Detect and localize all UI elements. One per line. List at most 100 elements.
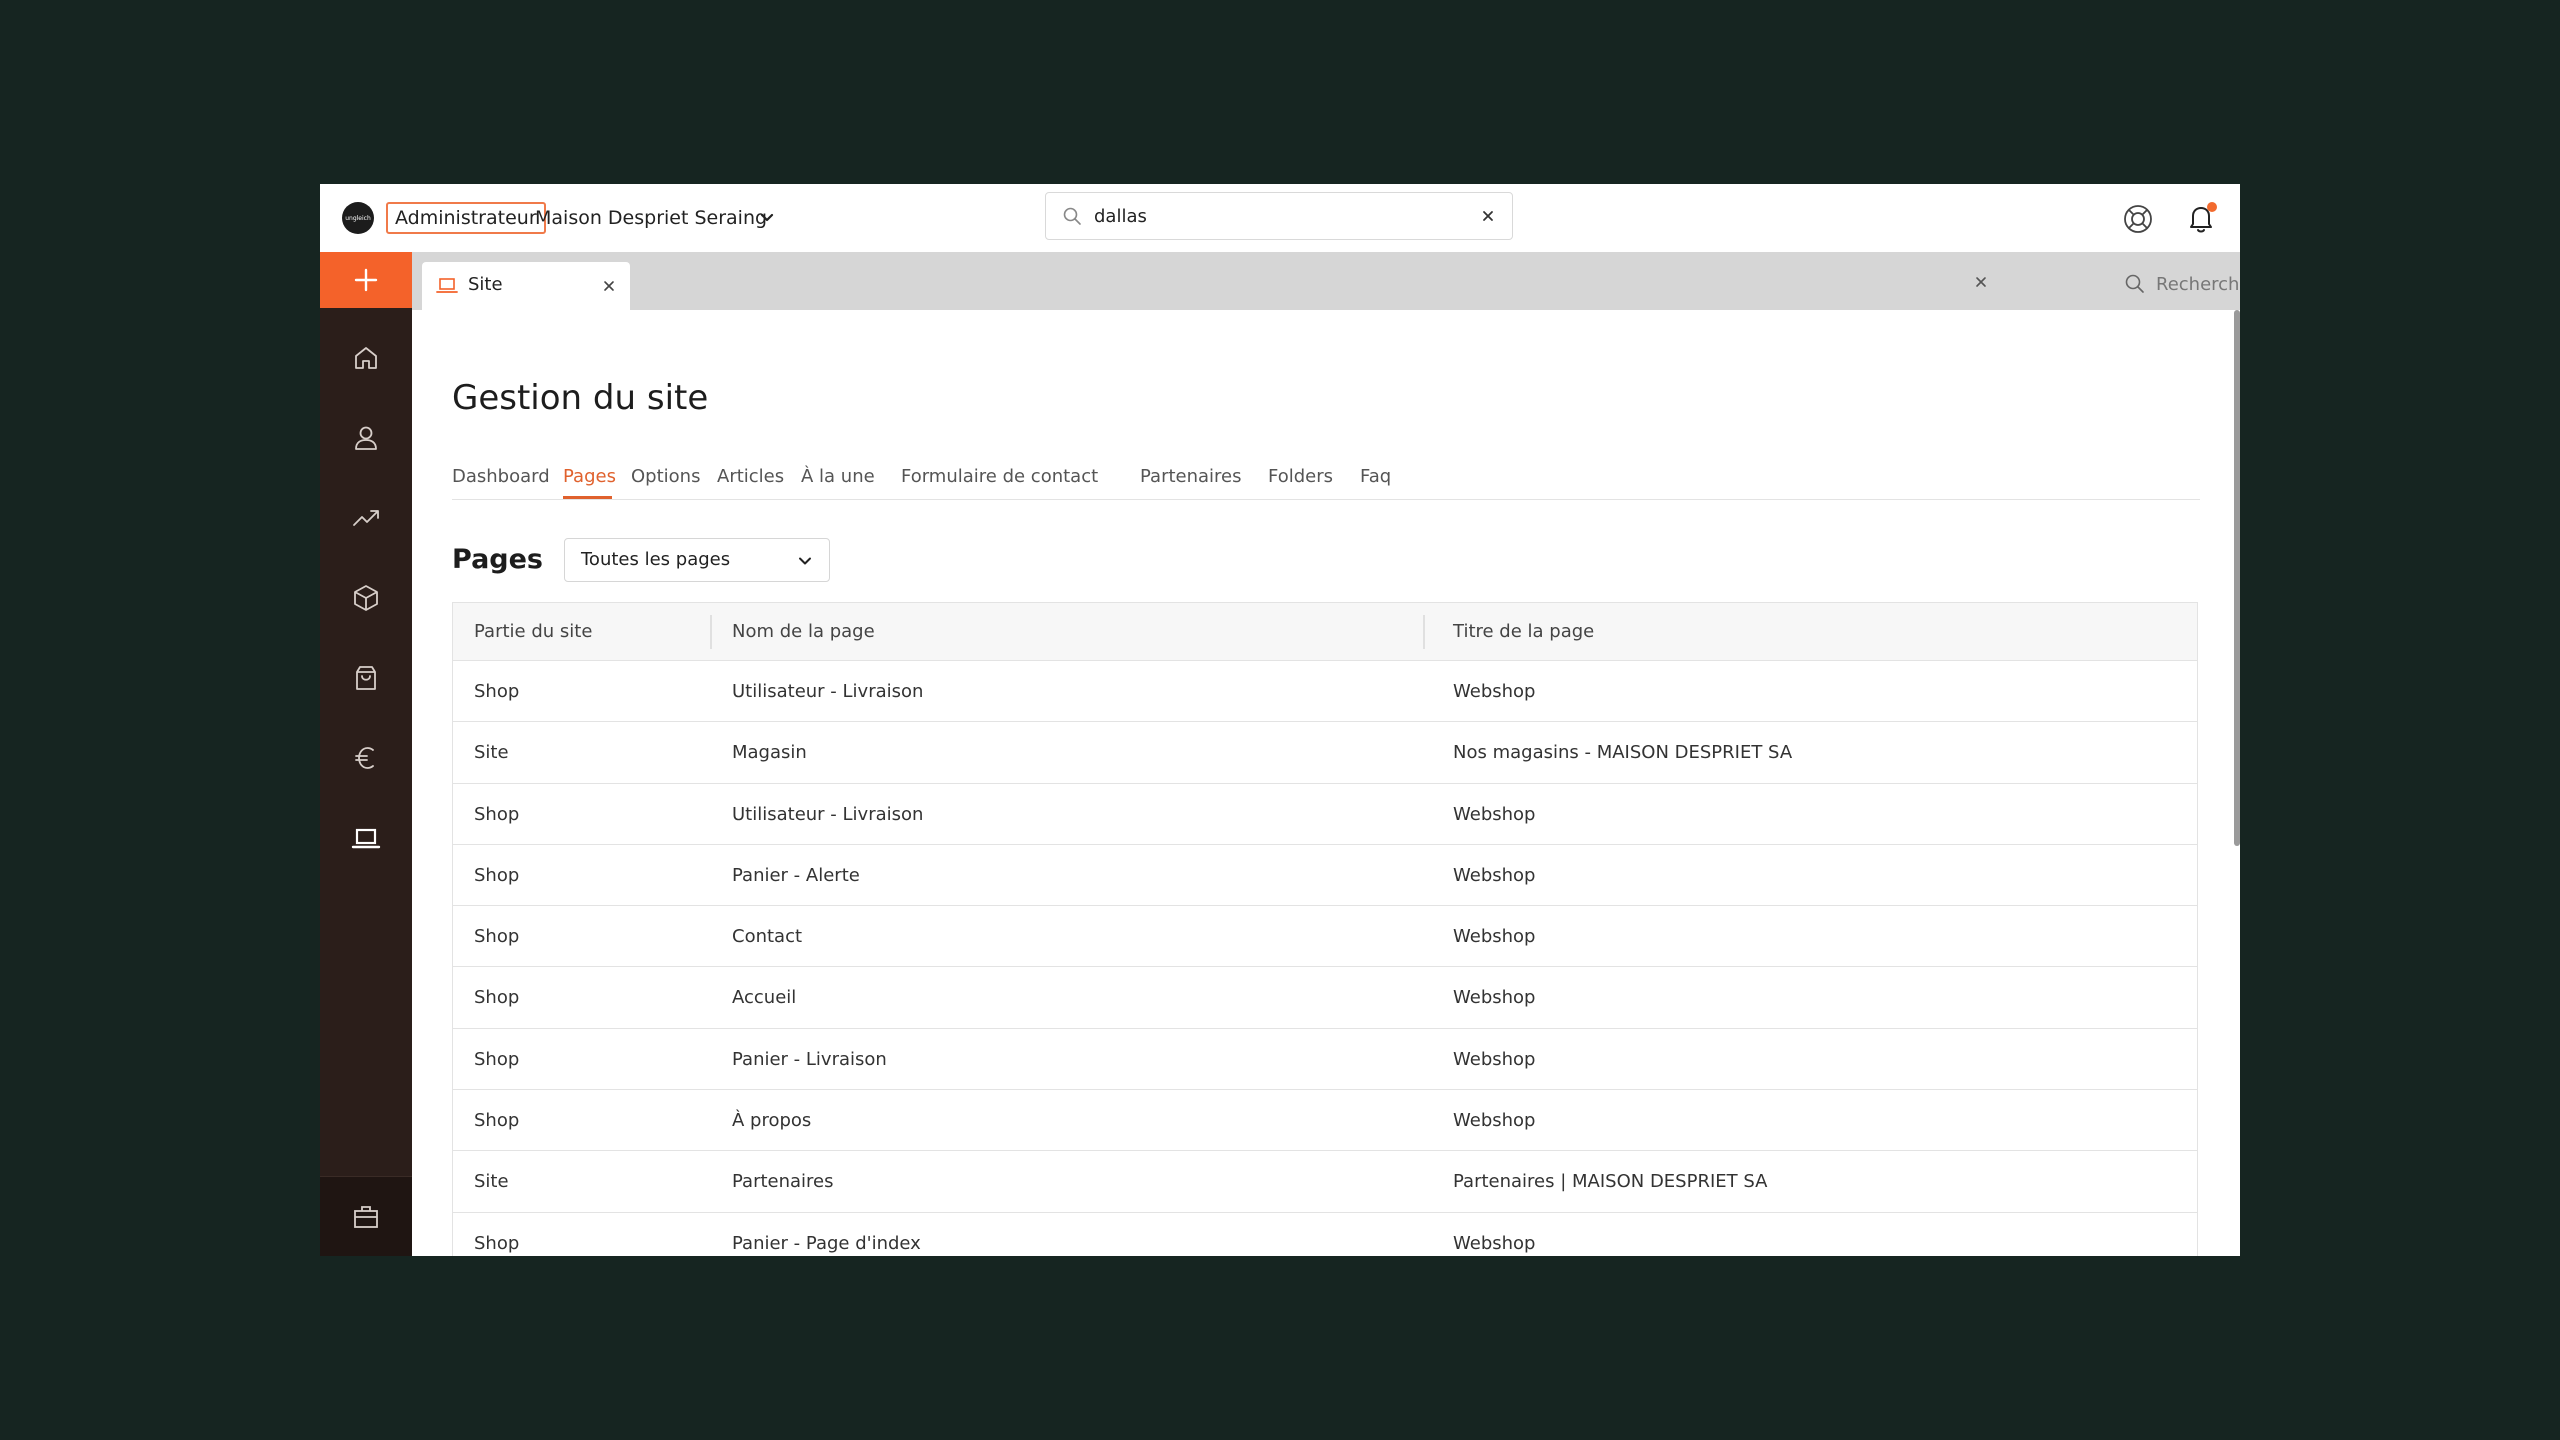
page-title: Gestion du site <box>452 378 709 418</box>
table-cell: Shop <box>474 681 520 702</box>
table-row[interactable]: Shop Utilisateur - Livraison Webshop <box>453 661 2197 723</box>
table-cell: Nos magasins - MAISON DESPRIET SA <box>1453 742 1793 764</box>
tab-search[interactable]: Recherche <box>2124 272 2240 296</box>
tab-search-placeholder: Recherche <box>2156 273 2240 295</box>
help-icon[interactable] <box>2122 203 2154 235</box>
table-body: Shop Utilisateur - Livraison Webshop Site Ma… <box>453 661 2197 1256</box>
logo-text: ungleich <box>345 214 371 222</box>
column-divider[interactable] <box>710 615 712 649</box>
table-cell: Utilisateur - Livraison <box>732 803 924 825</box>
home-icon <box>355 347 377 369</box>
euro-icon <box>355 747 374 769</box>
table-cell: Panier - Alerte <box>732 864 860 886</box>
tab-featured[interactable]: À la une <box>801 466 875 487</box>
table-cell: Contact <box>732 926 803 948</box>
table-row[interactable]: Shop Accueil Webshop <box>453 967 2197 1029</box>
table-cell: Accueil <box>732 987 797 1009</box>
table-row[interactable]: Shop Panier - Alerte Webshop <box>453 844 2197 907</box>
logo[interactable]: ungleich <box>342 202 374 234</box>
sidebar-item-site[interactable] <box>320 810 412 866</box>
tab-folders[interactable]: Folders <box>1268 466 1333 487</box>
table-cell: Panier - Page d'index <box>732 1232 921 1254</box>
table-cell: Webshop <box>1453 1110 1536 1132</box>
clear-search-icon[interactable] <box>1478 206 1498 226</box>
table-cell: À propos <box>732 1110 812 1132</box>
tab-faq[interactable]: Faq <box>1360 466 1391 487</box>
search-input[interactable] <box>1094 201 1464 231</box>
chevron-down-icon[interactable] <box>757 208 777 228</box>
chevron-down-icon <box>799 557 811 565</box>
tab-options[interactable]: Options <box>631 466 700 487</box>
sub-navigation: Dashboard Pages Options Articles À la un… <box>452 462 2200 500</box>
tab-contact-form[interactable]: Formulaire de contact <box>901 466 1098 487</box>
column-header[interactable]: Titre de la page <box>1453 621 1594 642</box>
close-tab-icon[interactable] <box>600 277 618 295</box>
app-window: ungleich Administrateur Maison Despriet … <box>320 184 2240 1256</box>
table-cell: Site <box>474 742 509 764</box>
global-search[interactable] <box>1045 192 1513 240</box>
sidebar-item-toolbox[interactable] <box>320 1176 412 1256</box>
table-cell: Panier - Livraison <box>732 1048 887 1070</box>
table-cell: Shop <box>474 1048 520 1070</box>
table-cell: Shop <box>474 926 520 948</box>
laptop-icon <box>351 828 381 849</box>
notification-dot <box>2207 202 2217 212</box>
sidebar-item-products[interactable] <box>320 570 412 626</box>
table-row[interactable]: Shop Panier - Livraison Webshop <box>453 1028 2197 1091</box>
role-badge: Administrateur <box>386 202 546 234</box>
section-title: Pages <box>452 544 543 575</box>
table-cell: Magasin <box>732 742 807 764</box>
table-cell: Partenaires | MAISON DESPRIET SA <box>1453 1171 1768 1193</box>
add-button[interactable] <box>320 252 412 308</box>
table-cell: Webshop <box>1453 803 1536 825</box>
table-row[interactable]: Site Magasin Nos magasins - MAISON DESPRIE… <box>453 722 2197 784</box>
table-row[interactable]: Shop Contact Webshop <box>453 906 2197 968</box>
table-cell: Partenaires <box>732 1171 834 1193</box>
tab-site[interactable]: Site <box>422 262 630 310</box>
table-cell: Webshop <box>1453 926 1536 948</box>
search-icon <box>1063 207 1081 225</box>
table-cell: Webshop <box>1453 987 1536 1009</box>
briefcase-icon <box>354 1205 378 1228</box>
pages-table: Partie du site Nom de la page Titre de l… <box>452 602 2198 1256</box>
sidebar-item-home[interactable] <box>320 330 412 386</box>
sidebar-item-orders[interactable] <box>320 650 412 706</box>
column-header[interactable]: Nom de la page <box>732 621 875 642</box>
tab-articles[interactable]: Articles <box>717 466 784 487</box>
tab-label: Site <box>468 274 503 295</box>
close-all-tabs-icon[interactable] <box>1972 273 1990 291</box>
tab-strip: Site Recherche <box>412 252 2240 310</box>
table-cell: Webshop <box>1453 681 1536 702</box>
table-cell: Shop <box>474 864 520 886</box>
sidebar-item-users[interactable] <box>320 410 412 466</box>
table-row[interactable]: Shop Utilisateur - Livraison Webshop <box>453 783 2197 845</box>
main-content: Gestion du site Dashboard Pages Options … <box>412 310 2240 1256</box>
trending-up-icon <box>353 510 379 526</box>
tab-partners[interactable]: Partenaires <box>1140 466 1242 487</box>
plus-icon <box>354 268 378 292</box>
table-cell: Webshop <box>1453 864 1536 886</box>
table-cell: Webshop <box>1453 1232 1536 1254</box>
box-icon <box>354 585 378 611</box>
table-row[interactable]: Shop À propos Webshop <box>453 1090 2197 1152</box>
company-name: Maison Despriet Seraing <box>535 207 768 229</box>
table-cell: Shop <box>474 1232 520 1254</box>
table-header: Partie du site Nom de la page Titre de l… <box>453 603 2197 661</box>
select-value: Toutes les pages <box>581 549 731 570</box>
user-icon <box>355 426 377 450</box>
pages-filter-select[interactable]: Toutes les pages <box>564 538 830 582</box>
table-cell: Webshop <box>1453 1048 1536 1070</box>
sidebar-item-stats[interactable] <box>320 490 412 546</box>
table-row[interactable]: Shop Panier - Page d'index Webshop <box>453 1212 2197 1256</box>
tab-pages[interactable]: Pages <box>563 466 616 487</box>
scrollbar[interactable] <box>2234 310 2240 846</box>
top-bar: ungleich Administrateur Maison Despriet … <box>320 184 2240 252</box>
sidebar-item-finance[interactable] <box>320 730 412 786</box>
table-cell: Site <box>474 1171 509 1193</box>
column-header[interactable]: Partie du site <box>474 621 592 642</box>
column-divider[interactable] <box>1423 615 1425 649</box>
sidebar <box>320 252 412 1256</box>
table-cell: Shop <box>474 987 520 1009</box>
table-row[interactable]: Site Partenaires Partenaires | MAISON DESP… <box>453 1151 2197 1213</box>
tab-dashboard[interactable]: Dashboard <box>452 466 550 487</box>
